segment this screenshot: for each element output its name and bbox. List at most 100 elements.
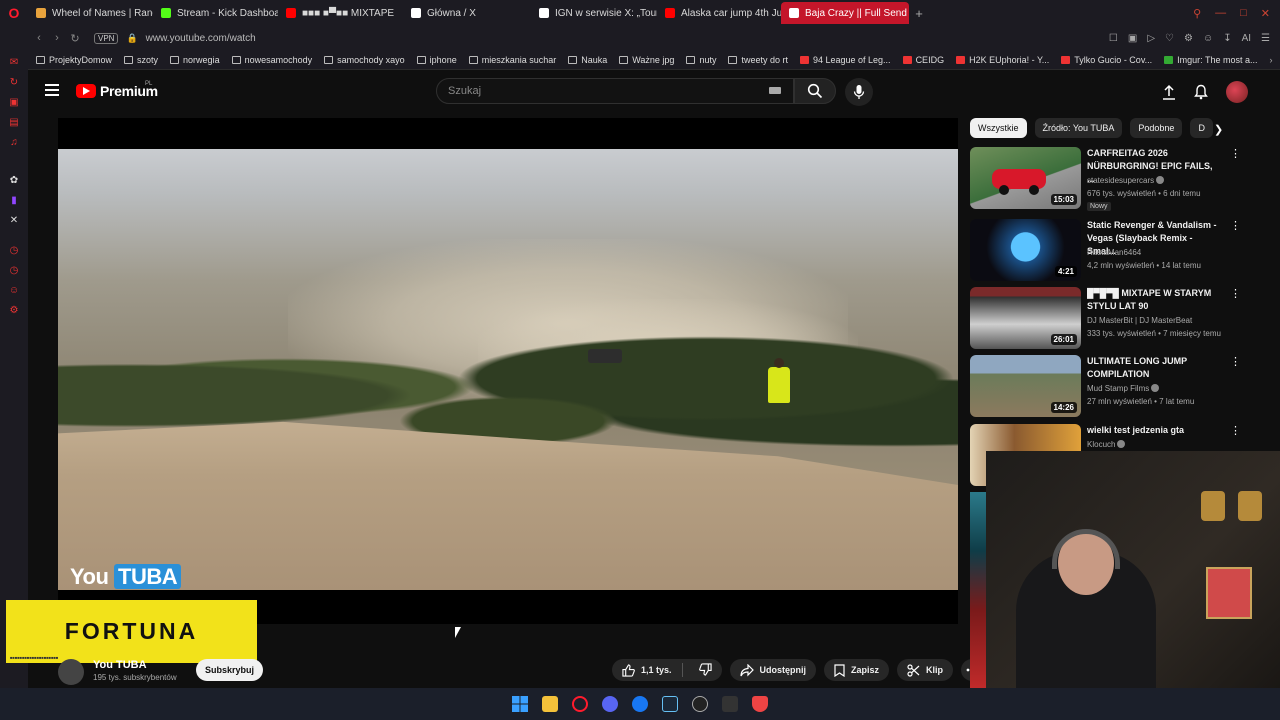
keyboard-icon[interactable]: [769, 87, 781, 94]
clip-button[interactable]: Klip: [897, 659, 954, 681]
opera-logo-icon[interactable]: O: [0, 0, 28, 26]
recommendation-thumbnail-partial[interactable]: [970, 492, 986, 688]
bookmark-item[interactable]: Nauka: [568, 55, 607, 65]
tab-wheel-of-names[interactable]: Wheel of Names | Random: [28, 2, 153, 24]
ai-button[interactable]: AI: [1242, 33, 1251, 44]
voice-search-button[interactable]: [845, 78, 873, 106]
video-thumbnail[interactable]: 26:01: [970, 287, 1081, 349]
messenger-icon[interactable]: ✉: [8, 56, 20, 68]
music-icon[interactable]: ♫: [8, 136, 20, 148]
recommendation-item[interactable]: 15:03 CARFREITAG 2026 NÜRBURGRING! EPIC …: [970, 147, 1241, 211]
reload-icon[interactable]: ↻: [66, 32, 84, 45]
dislike-button[interactable]: [689, 662, 722, 678]
opera-icon[interactable]: [572, 696, 588, 712]
chip-source[interactable]: Źródło: You TUBA: [1034, 118, 1123, 138]
bookmark-item[interactable]: iphone: [416, 55, 457, 65]
forward-icon[interactable]: ›: [48, 32, 66, 44]
bookmark-item[interactable]: mieszkania suchar: [468, 55, 556, 65]
video-player[interactable]: You TUBA: [58, 118, 958, 624]
more-vertical-icon[interactable]: ⋮: [1230, 219, 1241, 232]
extensions-icon[interactable]: ⚙: [1184, 33, 1193, 44]
recommendation-item[interactable]: 4:21 Static Revenger & Vandalism - Vegas…: [970, 219, 1241, 283]
discord-icon[interactable]: [602, 696, 618, 712]
chip-similar[interactable]: Podobne: [1130, 118, 1183, 138]
channel-name[interactable]: Klocuch: [1087, 440, 1126, 449]
chevron-right-icon[interactable]: ❯: [1214, 123, 1223, 136]
file-explorer-icon[interactable]: [542, 696, 558, 712]
shield-icon[interactable]: [752, 696, 768, 712]
more-vertical-icon[interactable]: ⋮: [1230, 287, 1241, 300]
person-icon[interactable]: ☺: [8, 284, 20, 296]
bookmark-item[interactable]: nuty: [686, 55, 716, 65]
tab-x-home[interactable]: Główna / X: [403, 2, 531, 24]
news-icon[interactable]: ▤: [8, 116, 20, 128]
search-button[interactable]: [794, 78, 836, 104]
timer-icon[interactable]: ◷: [8, 264, 20, 276]
obs-icon[interactable]: [692, 696, 708, 712]
new-tab-button[interactable]: +: [909, 6, 929, 21]
vpn-badge[interactable]: VPN: [94, 32, 119, 44]
url-field[interactable]: www.youtube.com/watch: [146, 33, 256, 44]
bookmark-icon[interactable]: ☐: [1109, 33, 1118, 44]
bookmark-item[interactable]: Imgur: The most a...: [1164, 55, 1258, 65]
windows-start-icon[interactable]: [512, 696, 528, 712]
recommendation-item[interactable]: 26:01 █▀█▀█ MIXTAPE W STARYM STYLU LAT 9…: [970, 287, 1241, 351]
steam-icon[interactable]: [662, 696, 678, 712]
profile-icon[interactable]: ☺: [1203, 33, 1213, 44]
channel-name[interactable]: statesidesupercars: [1087, 176, 1165, 185]
download-icon[interactable]: ↧: [1223, 33, 1231, 44]
bookmark-item[interactable]: ProjektyDomow: [36, 55, 112, 65]
play-icon[interactable]: ▷: [1147, 33, 1155, 44]
thumbs-up-icon[interactable]: [622, 663, 635, 677]
tab-ign[interactable]: IGN w serwisie X: „Tour T: [531, 2, 657, 24]
bookmark-item[interactable]: 94 League of Leg...: [799, 55, 891, 65]
tab-alaska[interactable]: Alaska car jump 4th July.: [657, 2, 781, 24]
channel-avatar[interactable]: [58, 659, 84, 685]
share-button[interactable]: Udostępnij: [729, 659, 817, 681]
bookmark-item[interactable]: szoty: [124, 55, 158, 65]
maximize-icon[interactable]: □: [1240, 7, 1247, 20]
menu-icon[interactable]: ☰: [1261, 33, 1270, 44]
bookmark-item[interactable]: norwegia: [170, 55, 220, 65]
bookmark-item[interactable]: Ważne jpg: [619, 55, 674, 65]
notifications-bell-icon[interactable]: [1194, 84, 1208, 100]
bookmark-item[interactable]: H2K EUphoria! - Y...: [956, 55, 1049, 65]
tab-baja-crazy[interactable]: Baja Crazy || Full Send: [781, 2, 909, 24]
back-icon[interactable]: ‹: [30, 32, 48, 44]
chatgpt-icon[interactable]: ✿: [8, 174, 20, 186]
search-input[interactable]: [448, 85, 748, 97]
bookmark-item[interactable]: nowesamochody: [231, 55, 312, 65]
history-icon[interactable]: ↻: [8, 76, 20, 88]
upload-icon[interactable]: [1162, 84, 1176, 100]
tab-mixtape[interactable]: ■■■ ■▀■■ MIXTAPE: [278, 2, 403, 24]
chip-all[interactable]: Wszystkie: [970, 118, 1027, 138]
tab-kick-dashboard[interactable]: Stream - Kick Dashboard: [153, 2, 278, 24]
video-title[interactable]: █▀█▀█ MIXTAPE W STARYM STYLU LAT 90: [1087, 287, 1222, 313]
menu-icon[interactable]: [45, 84, 59, 96]
like-count[interactable]: 1,1 tys.: [641, 665, 672, 675]
twitch-icon[interactable]: ▮: [8, 194, 20, 206]
more-vertical-icon[interactable]: ⋮: [1230, 355, 1241, 368]
bookmark-item[interactable]: CEIDG: [902, 55, 944, 65]
subscribe-button[interactable]: Subskrybuj: [196, 659, 263, 681]
snapshot-icon[interactable]: ▣: [1128, 33, 1137, 44]
channel-name[interactable]: You TUBA: [93, 659, 147, 671]
wallet-icon[interactable]: ▣: [8, 96, 20, 108]
video-thumbnail[interactable]: 4:21: [970, 219, 1081, 281]
more-vertical-icon[interactable]: ⋮: [1230, 147, 1241, 160]
minimize-icon[interactable]: —: [1215, 7, 1226, 20]
more-vertical-icon[interactable]: ⋮: [1230, 424, 1241, 437]
chip-more[interactable]: D: [1190, 118, 1213, 138]
search-tabs-icon[interactable]: ⚲: [1193, 7, 1201, 20]
video-thumbnail[interactable]: 15:03: [970, 147, 1081, 209]
facebook-icon[interactable]: [632, 696, 648, 712]
channel-name[interactable]: DJ MasterBit | DJ MasterBeat: [1087, 316, 1192, 325]
settings-icon[interactable]: ⚙: [8, 304, 20, 316]
terminal-icon[interactable]: [722, 696, 738, 712]
account-avatar[interactable]: [1226, 81, 1248, 103]
bookmark-item[interactable]: tweety do rt: [728, 55, 788, 65]
bookmark-item[interactable]: samochody xayo: [324, 55, 405, 65]
x-icon[interactable]: ✕: [8, 214, 20, 226]
video-title[interactable]: wielki test jedzenia gta: [1087, 424, 1222, 437]
clock-icon[interactable]: ◷: [8, 244, 20, 256]
